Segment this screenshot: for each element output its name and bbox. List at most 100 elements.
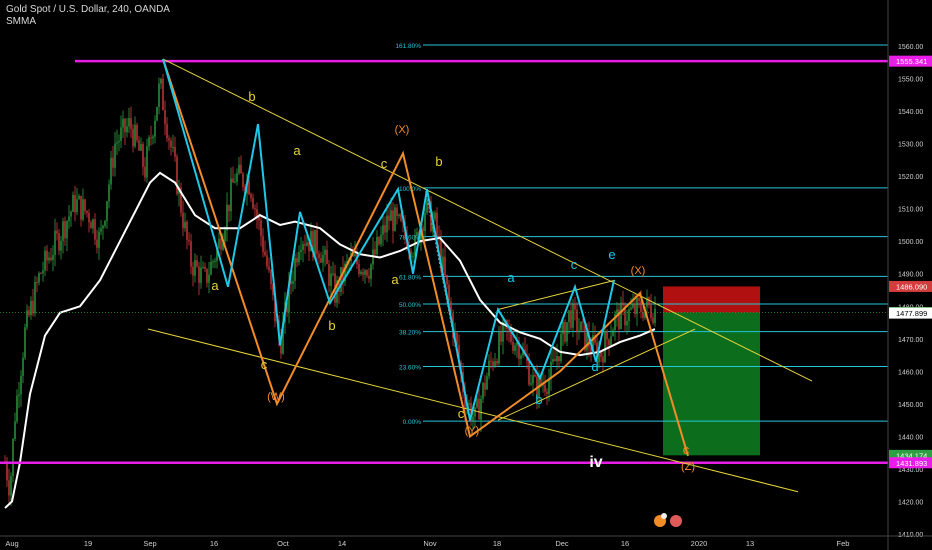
candle-body (602, 356, 604, 363)
y-tick-label: 1440.00 (898, 434, 923, 441)
candle-body (42, 270, 44, 274)
candle-body (102, 225, 104, 229)
candle-body (326, 249, 328, 265)
candle-body (468, 402, 470, 405)
candle-body (174, 147, 176, 157)
candle-body (232, 178, 234, 183)
candle-body (236, 173, 238, 182)
candle-body (378, 237, 380, 245)
wave-label: (Z) (681, 461, 695, 473)
candle-body (434, 212, 436, 220)
candle-body (384, 224, 386, 233)
candle-body (608, 339, 610, 346)
candle-body (56, 230, 58, 234)
candle-body (196, 260, 198, 267)
candle-body (164, 110, 166, 125)
candle-body (386, 215, 388, 233)
candle-body (170, 140, 172, 148)
candle-body (212, 261, 214, 263)
candle-body (398, 214, 400, 216)
fib-level-label: 50.00% (399, 302, 421, 309)
candle-body (488, 360, 490, 377)
candle-body (128, 118, 130, 127)
candle-body (154, 120, 156, 137)
candle-body (144, 166, 146, 178)
candle-body (172, 147, 174, 149)
candle-body (238, 164, 240, 174)
candle-body (220, 238, 222, 250)
candles-group (4, 73, 656, 506)
candle-body (600, 352, 602, 357)
x-tick-label: Oct (277, 539, 290, 548)
candle-body (640, 301, 642, 312)
candle-body (496, 361, 498, 364)
candle-body (626, 321, 628, 326)
candle-body (118, 140, 120, 143)
wave-label: c (261, 357, 268, 372)
candle-body (186, 221, 188, 241)
candle-body (112, 157, 114, 168)
candle-body (58, 233, 60, 251)
wave-label: b (248, 89, 255, 104)
x-tick-label: 16 (621, 539, 629, 548)
chart-svg[interactable]: 161.80%100.0%78.60%61.80%50.00%38.20%23.… (0, 0, 932, 550)
candle-body (636, 297, 638, 315)
candle-body (330, 273, 332, 286)
stop-loss-zone (663, 286, 760, 313)
candle-body (320, 258, 322, 263)
candle-body (324, 249, 326, 255)
candle-body (476, 398, 478, 408)
candle-body (354, 253, 356, 257)
candle-body (200, 267, 202, 283)
candle-body (606, 331, 608, 340)
candle-body (552, 359, 554, 362)
candle-body (392, 210, 394, 231)
candle-body (228, 204, 230, 212)
candle-body (114, 143, 116, 168)
candle-body (84, 199, 86, 212)
candle-body (126, 126, 128, 133)
x-tick-label: Aug (5, 539, 18, 548)
candle-body (390, 210, 392, 221)
candle-body (374, 249, 376, 255)
symbol-title: Gold Spot / U.S. Dollar, 240, OANDA (6, 4, 170, 15)
candle-body (70, 211, 72, 217)
candle-body (224, 230, 226, 242)
y-tick-label: 1420.00 (898, 499, 923, 506)
candle-body (610, 336, 612, 346)
candle-body (242, 173, 244, 188)
candle-body (270, 270, 272, 284)
candle-body (206, 268, 208, 283)
candle-body (38, 273, 40, 283)
candle-body (130, 118, 132, 129)
candle-body (194, 260, 196, 276)
candle-body (604, 331, 606, 363)
candle-body (482, 383, 484, 399)
candle-body (50, 257, 52, 260)
candle-body (234, 181, 236, 183)
candle-body (34, 282, 36, 314)
candle-body (576, 309, 578, 333)
wave-label: c (683, 442, 690, 457)
wave-label: a (211, 278, 219, 293)
candle-body (54, 230, 56, 256)
candle-body (566, 322, 568, 342)
x-tick-label: 19 (84, 539, 92, 548)
candle-body (146, 146, 148, 178)
candle-body (400, 214, 402, 221)
candle-body (478, 398, 480, 420)
y-tick-label: 1450.00 (898, 402, 923, 409)
price-tag-label: 1431.893 (896, 459, 927, 468)
candle-body (300, 249, 302, 252)
candle-body (74, 194, 76, 213)
candle-body (240, 164, 242, 174)
candle-body (142, 144, 144, 167)
y-tick-label: 1470.00 (898, 337, 923, 344)
candle-body (248, 180, 250, 195)
y-tick-label: 1460.00 (898, 369, 923, 376)
candle-body (558, 356, 560, 362)
candle-body (108, 184, 110, 202)
wave-label: b (535, 392, 542, 407)
candle-body (60, 240, 62, 251)
wave-label: c (458, 406, 465, 421)
